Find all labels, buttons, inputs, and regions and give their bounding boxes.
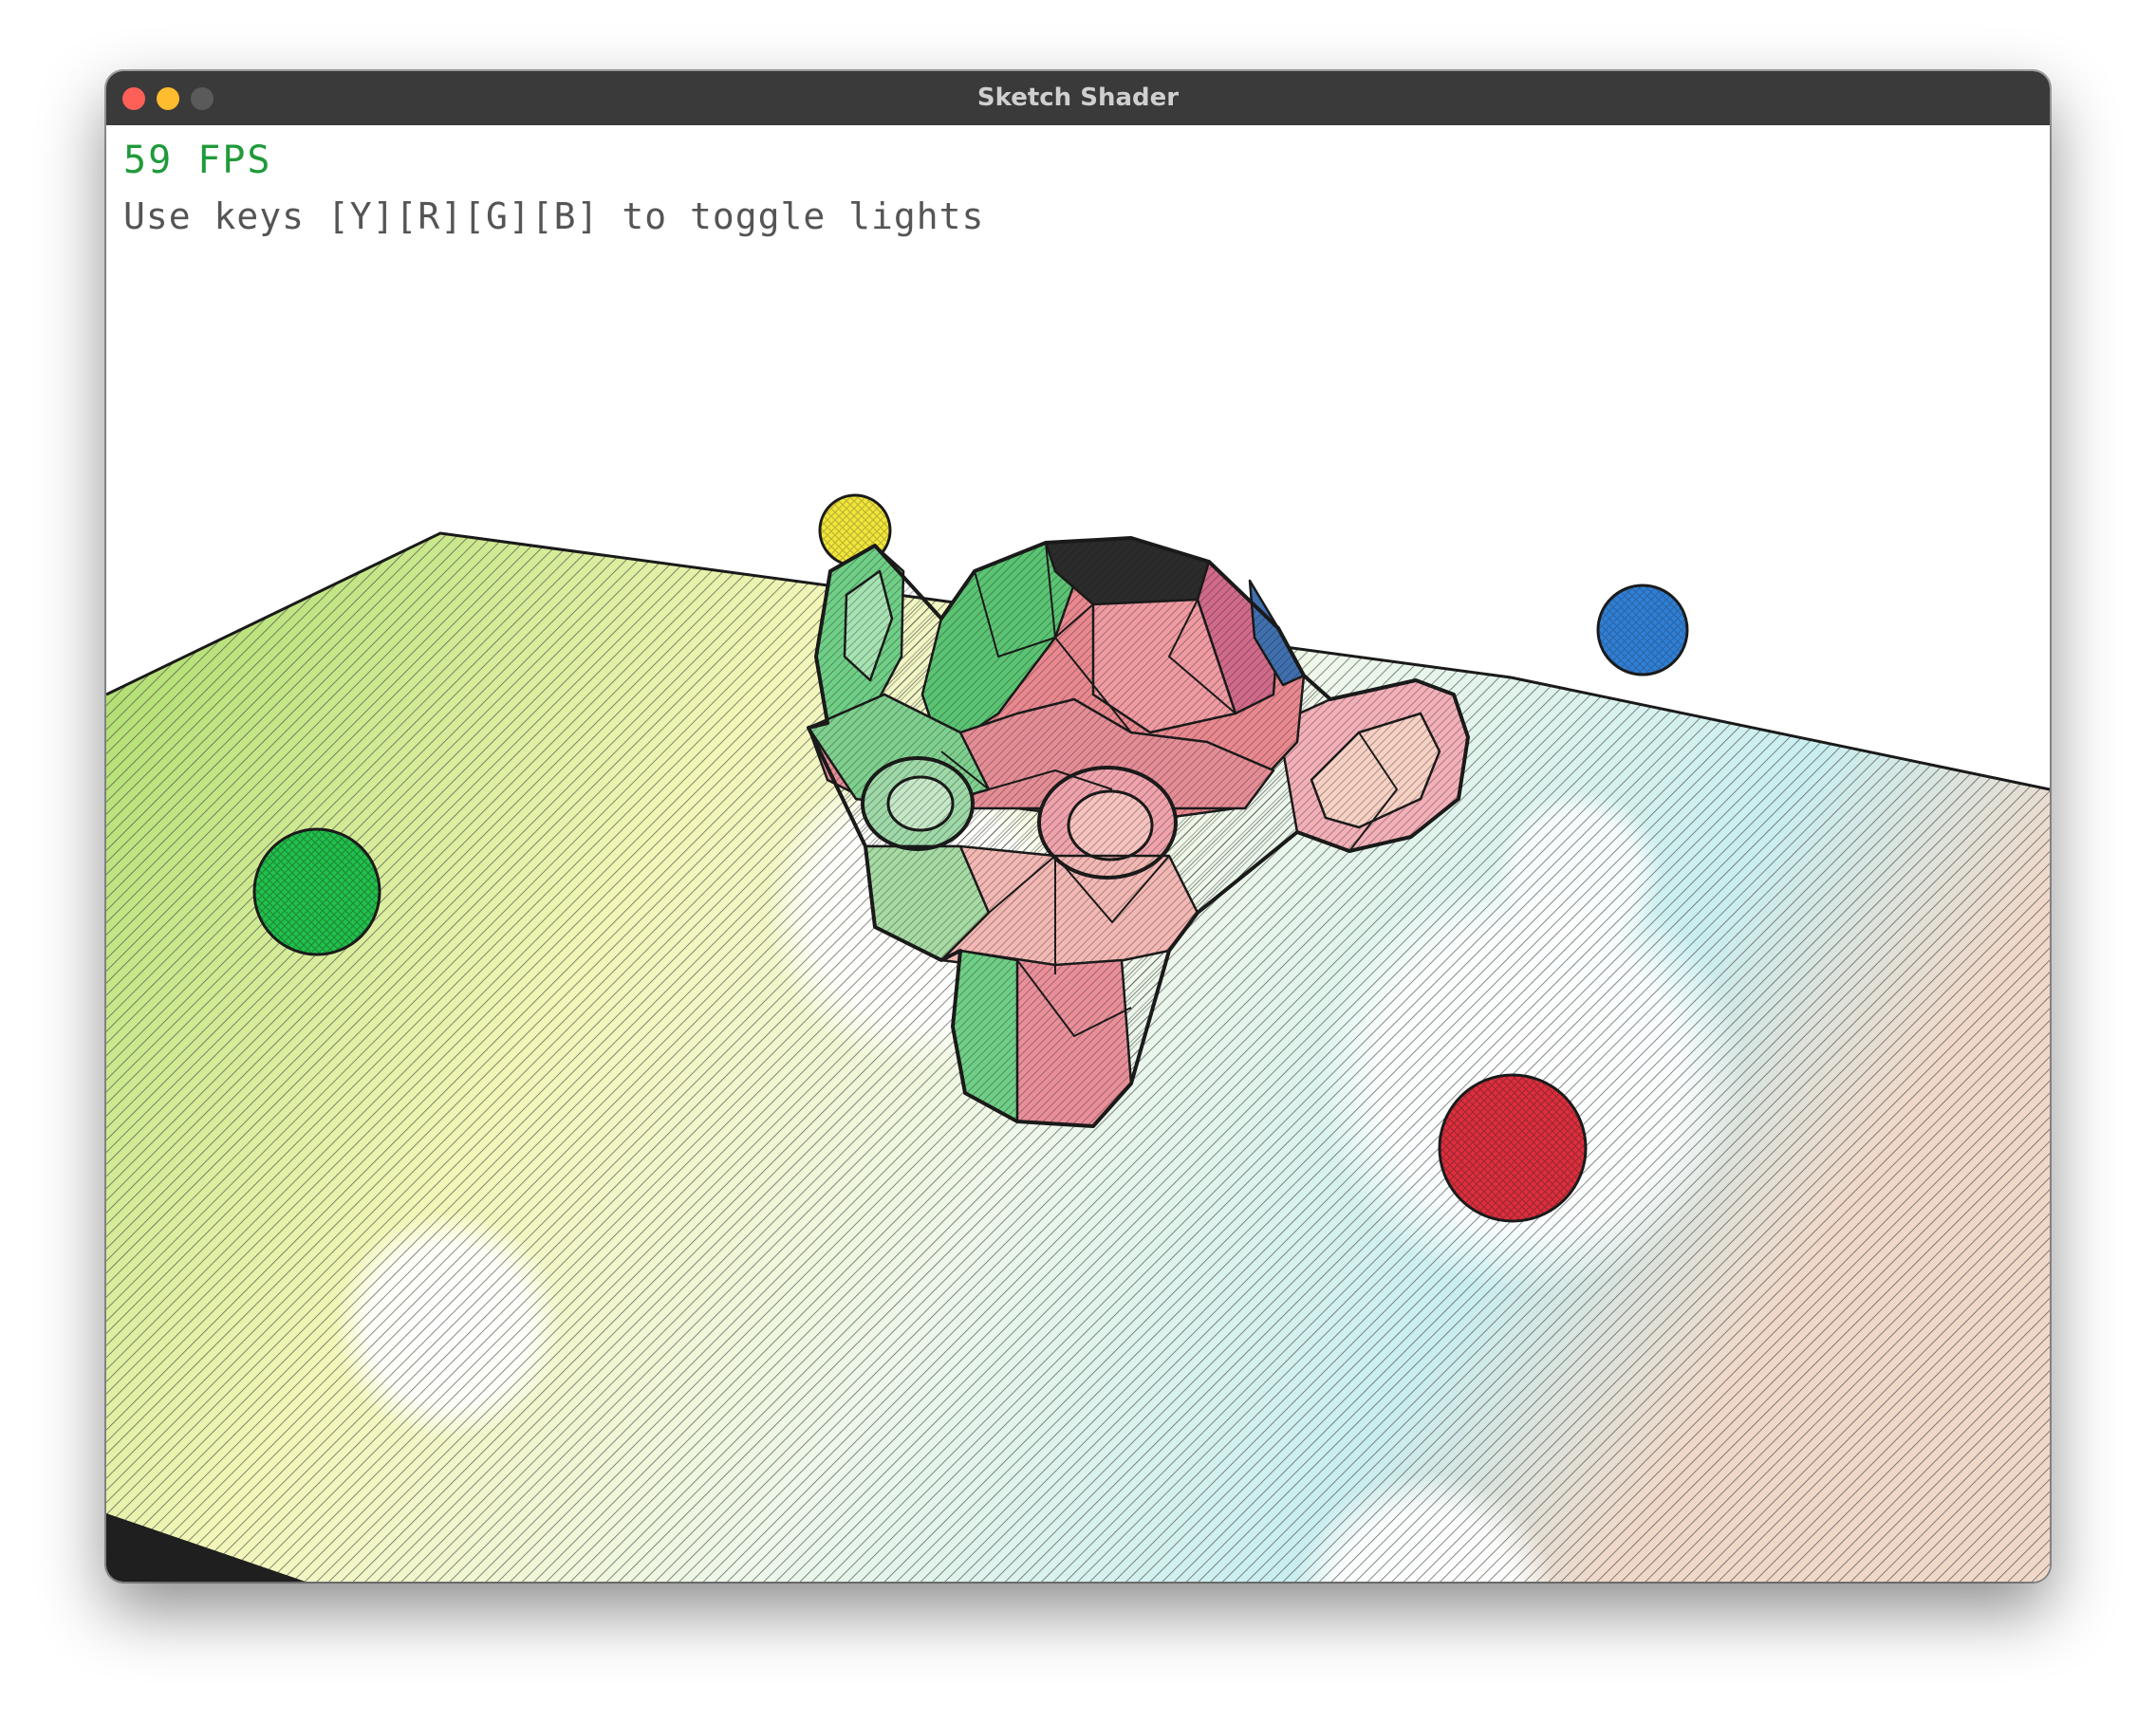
fps-counter: 59 FPS [123, 139, 272, 182]
title-bar[interactable]: Sketch Shader [106, 71, 2050, 126]
light-red [1438, 1073, 1588, 1223]
scene-canvas [106, 493, 2050, 1582]
render-viewport[interactable]: 59 FPS Use keys [Y][R][G][B] to toggle l… [106, 125, 2050, 1582]
light-green [252, 827, 381, 956]
light-blue [1596, 584, 1689, 676]
controls-hint: Use keys [Y][R][G][B] to toggle lights [123, 195, 985, 237]
app-window: Sketch Shader 59 FPS Use keys [Y][R][G][… [106, 71, 2050, 1582]
window-title: Sketch Shader [976, 83, 1180, 112]
